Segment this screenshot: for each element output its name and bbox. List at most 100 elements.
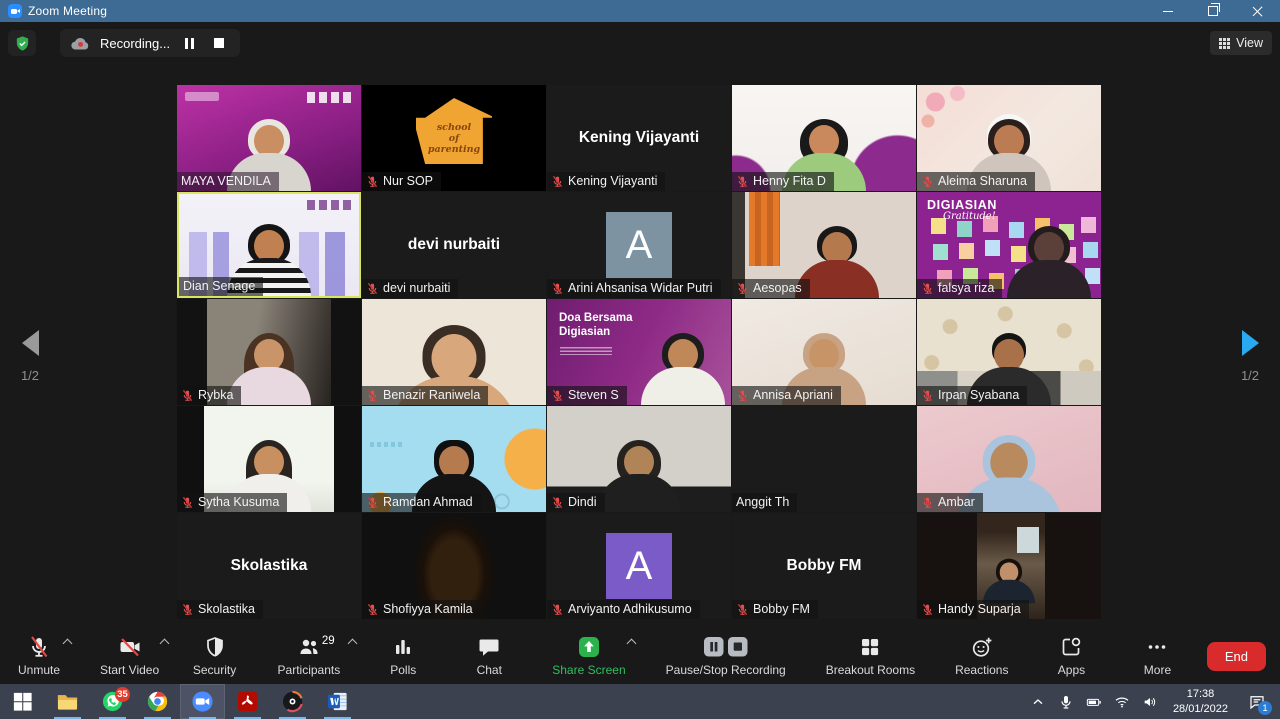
microphone-tray-icon[interactable]: [1053, 684, 1079, 719]
participant-tile-shofiyya-kamila[interactable]: Shofiyya Kamila: [362, 513, 546, 619]
participant-tile-ambar[interactable]: Ambar: [917, 406, 1101, 512]
taskbar-icon-screen-recorder[interactable]: [270, 684, 315, 719]
start-video-icon: [118, 635, 142, 659]
toolbar-breakout-rooms-button[interactable]: Breakout Rooms: [820, 628, 921, 684]
participant-tile-anggit-th[interactable]: Anggit Th: [732, 406, 916, 512]
participant-tile-rybka[interactable]: Rybka: [177, 299, 361, 405]
view-button[interactable]: View: [1210, 31, 1272, 55]
volume-icon[interactable]: [1137, 684, 1163, 719]
participant-name-label: Dian Senage: [179, 277, 263, 296]
hidden-icons-chevron[interactable]: [1025, 684, 1051, 719]
participant-avatar: A: [606, 533, 672, 599]
security-icon: [203, 635, 227, 659]
taskbar-icon-whatsapp[interactable]: 35: [90, 684, 135, 719]
stop-recording-button[interactable]: [208, 32, 230, 54]
toolbar-label: Participants: [278, 663, 341, 677]
muted-mic-icon: [366, 603, 379, 616]
gallery-prev-button[interactable]: 1/2: [0, 330, 60, 383]
toolbar-participants-button[interactable]: 29Participants: [272, 628, 347, 684]
participant-silhouette: [628, 333, 731, 405]
participant-tile-arviyanto-adhikusumo[interactable]: AArviyanto Adhikusumo: [547, 513, 731, 619]
muted-mic-icon: [366, 496, 379, 509]
action-center-button[interactable]: 1: [1238, 684, 1276, 719]
prev-arrow-icon: [22, 330, 39, 356]
toolbar-share-screen-button[interactable]: Share Screen: [546, 628, 631, 684]
toolbar-security-button[interactable]: Security: [186, 628, 244, 684]
muted-mic-icon: [551, 282, 564, 295]
participant-tile-aleima-sharuna[interactable]: Aleima Sharuna: [917, 85, 1101, 191]
toolbar-chat-button[interactable]: Chat: [460, 628, 518, 684]
participant-tile-kening-vijayanti[interactable]: Kening VijayantiKening Vijayanti: [547, 85, 731, 191]
participant-tile-dindi[interactable]: Dindi: [547, 406, 731, 512]
muted-mic-icon: [921, 603, 934, 616]
minimize-button[interactable]: [1145, 0, 1190, 22]
muted-mic-icon: [181, 496, 194, 509]
participants-grid: MAYA VENDILA schoolofparentingNur SOPKeni…: [177, 85, 1101, 619]
toolbar-unmute-button[interactable]: Unmute: [10, 628, 68, 684]
restore-button[interactable]: [1190, 0, 1235, 22]
muted-mic-icon: [921, 175, 934, 188]
muted-mic-icon: [551, 389, 564, 402]
battery-icon[interactable]: [1081, 684, 1107, 719]
chevron-up-icon[interactable]: [348, 639, 358, 649]
muted-mic-icon: [181, 389, 194, 402]
toolbar-label: Apps: [1058, 663, 1085, 677]
view-label: View: [1236, 36, 1263, 50]
participant-tile-henny-fita-d[interactable]: Henny Fita D: [732, 85, 916, 191]
pause-recording-button[interactable]: [178, 32, 200, 54]
participant-name-label: Anggit Th: [732, 493, 797, 512]
participant-name-label: Arini Ahsanisa Widar Putri: [547, 279, 721, 298]
toolbar-reactions-button[interactable]: Reactions: [949, 628, 1014, 684]
participant-tile-nur-sop[interactable]: schoolofparentingNur SOP: [362, 85, 546, 191]
participant-tile-ramdan-ahmad[interactable]: Ramdan Ahmad: [362, 406, 546, 512]
participant-name-label: Shofiyya Kamila: [362, 600, 481, 619]
participant-tile-aesopas[interactable]: Aesopas: [732, 192, 916, 298]
participant-tile-dian-senage[interactable]: Dian Senage: [177, 192, 361, 298]
clock-time: 17:38: [1173, 687, 1228, 701]
restore-icon: [1208, 6, 1218, 16]
toolbar-apps-button[interactable]: Apps: [1042, 628, 1100, 684]
toolbar-left-group: Unmute Start Video: [10, 628, 165, 684]
participant-tile-handy-suparja[interactable]: Handy Suparja: [917, 513, 1101, 619]
toolbar-start-video-button[interactable]: Start Video: [94, 628, 165, 684]
participant-name-label: Ramdan Ahmad: [362, 493, 481, 512]
participant-tile-maya-vendila[interactable]: MAYA VENDILA: [177, 85, 361, 191]
participant-name-label: Annisa Apriani: [732, 386, 841, 405]
taskbar-clock[interactable]: 17:38 28/01/2022: [1165, 684, 1236, 719]
end-meeting-button[interactable]: End: [1207, 642, 1266, 671]
taskbar-icon-chrome[interactable]: [135, 684, 180, 719]
participant-tile-devi-nurbaiti[interactable]: devi nurbaitidevi nurbaiti: [362, 192, 546, 298]
toolbar-label: More: [1144, 663, 1171, 677]
participants-icon: [297, 635, 321, 659]
chat-icon: [477, 635, 501, 659]
participant-tile-benazir-raniwela[interactable]: Benazir Raniwela: [362, 299, 546, 405]
chevron-up-icon[interactable]: [63, 639, 73, 649]
participant-tile-arini-ahsanisa[interactable]: AArini Ahsanisa Widar Putri: [547, 192, 731, 298]
gallery-next-button[interactable]: 1/2: [1220, 330, 1280, 383]
toolbar-polls-button[interactable]: Polls: [374, 628, 432, 684]
taskbar-icon-start[interactable]: [0, 684, 45, 719]
wifi-icon[interactable]: [1109, 684, 1135, 719]
participant-name-label: Sytha Kusuma: [177, 493, 287, 512]
toolbar-pause-stop-recording-button[interactable]: Pause/Stop Recording: [660, 628, 792, 684]
participant-name-label: Ambar: [917, 493, 983, 512]
participant-tile-annisa-apriani[interactable]: Annisa Apriani: [732, 299, 916, 405]
taskbar-icon-file-explorer[interactable]: [45, 684, 90, 719]
participant-tile-skolastika[interactable]: SkolastikaSkolastika: [177, 513, 361, 619]
windows-taskbar: 35 17:38 28/01/2022 1: [0, 684, 1280, 719]
participant-tile-bobby-fm[interactable]: Bobby FMBobby FM: [732, 513, 916, 619]
participant-tile-sytha-kusuma[interactable]: Sytha Kusuma: [177, 406, 361, 512]
participant-tile-irpan-syabana[interactable]: Irpan Syabana: [917, 299, 1101, 405]
more-icon: [1145, 635, 1169, 659]
toolbar-more-button[interactable]: More: [1128, 628, 1186, 684]
toolbar-right-group: End: [1207, 628, 1266, 684]
participant-tile-steven-s[interactable]: Doa BersamaDigiasianSteven S: [547, 299, 731, 405]
taskbar-icon-acrobat[interactable]: [225, 684, 270, 719]
chevron-up-icon[interactable]: [626, 639, 636, 649]
taskbar-icon-zoom[interactable]: [180, 684, 225, 719]
participant-tile-falsya-riza[interactable]: DIGIASIANGratitude!falsya riza: [917, 192, 1101, 298]
taskbar-icon-word[interactable]: [315, 684, 360, 719]
participant-name-label: MAYA VENDILA: [177, 172, 279, 191]
page-indicator-left: 1/2: [21, 368, 39, 383]
close-button[interactable]: [1235, 0, 1280, 22]
